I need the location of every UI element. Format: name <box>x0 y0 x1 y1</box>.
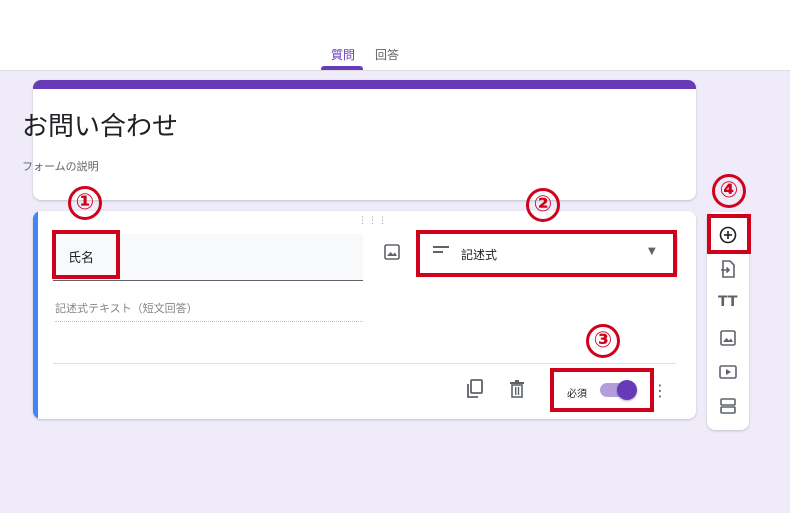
tab-questions[interactable]: 質問 <box>331 46 355 63</box>
title-card-accent <box>33 80 696 89</box>
highlight-question-title <box>52 230 120 279</box>
active-tab-indicator <box>321 66 363 70</box>
highlight-required-toggle <box>550 368 654 412</box>
copy-icon[interactable] <box>466 379 484 399</box>
add-video-icon[interactable] <box>718 362 738 382</box>
image-icon[interactable] <box>383 243 401 261</box>
answer-placeholder: 記述式テキスト（短文回答） <box>55 300 363 322</box>
title-text-icon[interactable]: TT <box>718 294 737 310</box>
active-question-indicator <box>33 211 38 419</box>
highlight-add-question <box>707 214 751 254</box>
more-vert-icon[interactable]: ⋮ <box>652 381 668 400</box>
add-image-icon[interactable] <box>718 328 738 348</box>
import-question-icon[interactable] <box>718 259 738 279</box>
annotation-badge-3: ③ <box>586 324 620 358</box>
annotation-badge-2: ② <box>526 188 560 222</box>
question-footer-divider <box>53 363 676 364</box>
add-section-icon[interactable] <box>718 396 738 416</box>
form-title[interactable]: お問い合わせ <box>22 106 178 143</box>
highlight-question-type <box>416 230 677 277</box>
tab-responses[interactable]: 回答 <box>375 46 399 63</box>
drag-handle-icon[interactable]: ⋮⋮⋮ <box>358 216 388 226</box>
annotation-badge-4: ④ <box>712 174 746 208</box>
trash-icon[interactable] <box>509 380 525 398</box>
annotation-badge-1: ① <box>68 186 102 220</box>
form-description[interactable]: フォームの説明 <box>22 158 99 174</box>
